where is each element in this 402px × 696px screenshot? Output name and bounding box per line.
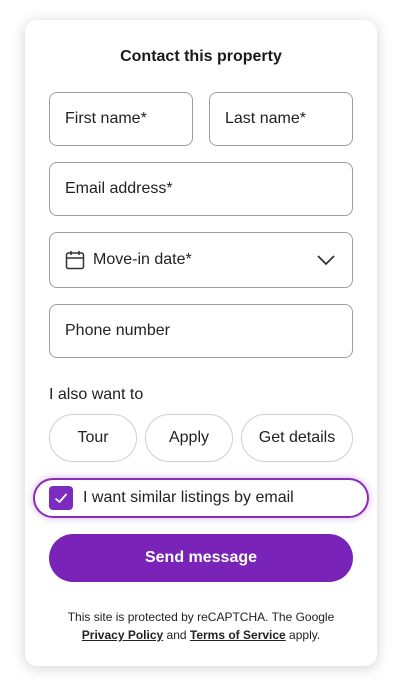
- tour-option-button[interactable]: Tour: [49, 414, 137, 462]
- first-name-input[interactable]: [65, 110, 192, 128]
- calendar-icon: [65, 250, 85, 270]
- get-details-option-button[interactable]: Get details: [241, 414, 353, 462]
- phone-input[interactable]: [65, 322, 352, 340]
- last-name-field[interactable]: [209, 92, 353, 146]
- consent-checkbox[interactable]: [49, 486, 73, 510]
- form-title: Contact this property: [120, 48, 282, 65]
- also-want-label: I also want to: [49, 386, 144, 403]
- terms-of-service-link[interactable]: Terms of Service: [190, 628, 286, 642]
- legal-text-before: This site is protected by reCAPTCHA. The…: [67, 610, 335, 624]
- apply-option-button[interactable]: Apply: [145, 414, 233, 462]
- email-input[interactable]: [65, 180, 352, 198]
- similar-listings-consent[interactable]: I want similar listings by email: [33, 478, 369, 518]
- contact-form-card: Contact this property Move-in date* I al…: [25, 20, 377, 666]
- legal-text-and: and: [163, 628, 190, 642]
- privacy-policy-link[interactable]: Privacy Policy: [82, 628, 163, 642]
- send-message-button[interactable]: Send message: [49, 534, 353, 582]
- email-field[interactable]: [49, 162, 353, 216]
- last-name-input[interactable]: [225, 110, 352, 128]
- chevron-down-icon: [316, 254, 336, 266]
- first-name-field[interactable]: [49, 92, 193, 146]
- phone-field[interactable]: [49, 304, 353, 358]
- consent-label: I want similar listings by email: [83, 489, 294, 506]
- recaptcha-notice: This site is protected by reCAPTCHA. The…: [45, 608, 357, 644]
- move-in-date-label: Move-in date*: [93, 251, 192, 268]
- move-in-date-select[interactable]: Move-in date*: [49, 232, 353, 288]
- checkmark-icon: [53, 490, 69, 506]
- legal-text-after: apply.: [285, 628, 321, 642]
